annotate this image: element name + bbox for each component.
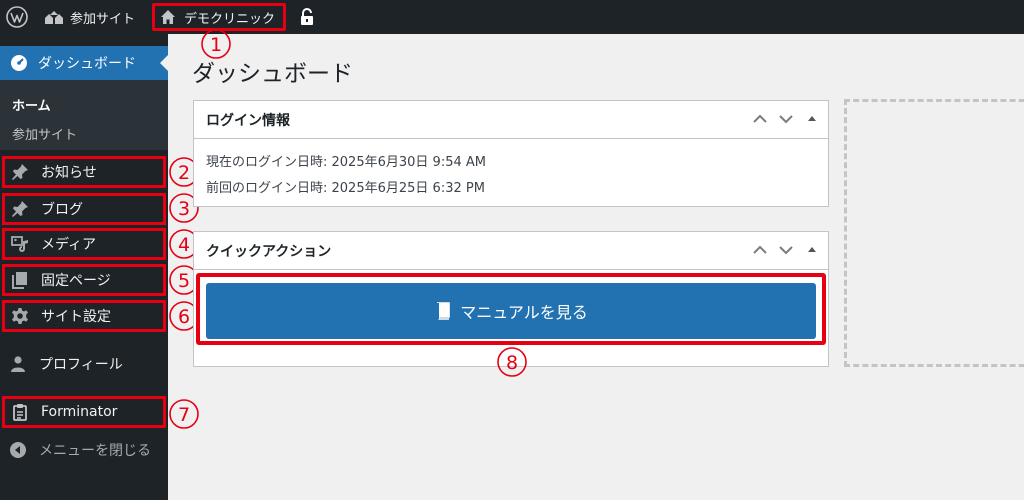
submenu-home[interactable]: ホーム (12, 95, 51, 114)
my-sites-label: 参加サイト (70, 11, 136, 27)
media-icon (11, 236, 28, 252)
clipboard-icon (13, 404, 27, 421)
login-info-title: ログイン情報 (206, 112, 290, 129)
home-icon (161, 10, 175, 24)
svg-text:1: 1 (210, 34, 222, 56)
quick-action-title: クイックアクション (206, 243, 332, 260)
pin-icon (12, 164, 28, 180)
user-icon (11, 356, 25, 372)
menu-collapse[interactable]: メニューを閉じる (0, 434, 168, 466)
unlock-icon[interactable] (298, 8, 316, 26)
menu-dashboard-label: ダッシュボード (38, 56, 136, 72)
quick-action-header: クイックアクション (194, 232, 828, 270)
dashboard-gauge-icon (11, 55, 27, 71)
menu-media-label: メディア (41, 237, 97, 253)
move-up-icon[interactable] (750, 109, 770, 129)
page-title: ダッシュボード (192, 61, 353, 87)
menu-media[interactable]: メディア (2, 228, 166, 260)
widget-controls (750, 109, 822, 129)
login-info-header: ログイン情報 (194, 101, 828, 139)
svg-text:5: 5 (178, 270, 190, 292)
houses-icon (45, 11, 63, 24)
menu-news-label: お知らせ (41, 165, 97, 181)
menu-pages-label: 固定ページ (41, 273, 111, 289)
current-login-text: 現在のログイン日時: 2025年6月30日 9:54 AM (206, 155, 486, 170)
svg-text:4: 4 (178, 234, 190, 256)
marker-8: 8 (497, 347, 527, 377)
collapse-arrow-icon (10, 442, 26, 458)
svg-text:8: 8 (506, 352, 518, 374)
login-info-widget: ログイン情報 現在のログイン日時: 2025年6月30日 9:54 AM 前回の… (193, 100, 829, 207)
toggle-panel-icon[interactable] (802, 240, 822, 260)
move-down-icon[interactable] (776, 109, 796, 129)
submenu-my-sites[interactable]: 参加サイト (12, 124, 77, 143)
pin-icon (12, 201, 28, 217)
admin-bar: 参加サイト デモクリニック (0, 0, 1024, 34)
svg-text:6: 6 (178, 306, 190, 328)
widget-controls (750, 240, 822, 260)
menu-blog[interactable]: ブログ (2, 193, 166, 225)
current-arrow (160, 55, 168, 71)
menu-blog-label: ブログ (41, 202, 83, 218)
menu-forminator[interactable]: Forminator (2, 396, 166, 428)
clinic-site-label: デモクリニック (184, 11, 276, 27)
view-manual-label: マニュアルを見る (460, 303, 588, 322)
dashboard-submenu: ホーム 参加サイト (0, 80, 168, 150)
clinic-site-link[interactable]: デモクリニック (152, 3, 286, 31)
toggle-panel-icon[interactable] (802, 109, 822, 129)
menu-pages[interactable]: 固定ページ (2, 264, 166, 296)
move-up-icon[interactable] (750, 240, 770, 260)
page-icon (12, 272, 27, 289)
menu-forminator-label: Forminator (41, 404, 118, 420)
menu-news[interactable]: お知らせ (2, 156, 166, 188)
menu-profile-label: プロフィール (39, 357, 123, 373)
book-icon (437, 302, 451, 320)
menu-collapse-label: メニューを閉じる (39, 443, 151, 459)
svg-text:2: 2 (178, 162, 190, 184)
view-manual-button[interactable]: マニュアルを見る (206, 283, 816, 339)
svg-text:7: 7 (178, 404, 190, 426)
gear-icon (12, 308, 28, 324)
menu-dashboard[interactable]: ダッシュボード (0, 46, 168, 80)
marker-7: 7 (169, 399, 199, 429)
menu-profile[interactable]: プロフィール (0, 348, 168, 380)
menu-site-settings-label: サイト設定 (41, 309, 111, 325)
empty-widget-dropzone (844, 99, 1024, 367)
svg-text:3: 3 (178, 198, 190, 220)
previous-login-text: 前回のログイン日時: 2025年6月25日 6:32 PM (206, 181, 485, 196)
menu-site-settings[interactable]: サイト設定 (2, 300, 166, 332)
my-sites-link[interactable]: 参加サイト (44, 0, 135, 34)
move-down-icon[interactable] (776, 240, 796, 260)
wordpress-logo-icon[interactable] (6, 6, 28, 28)
